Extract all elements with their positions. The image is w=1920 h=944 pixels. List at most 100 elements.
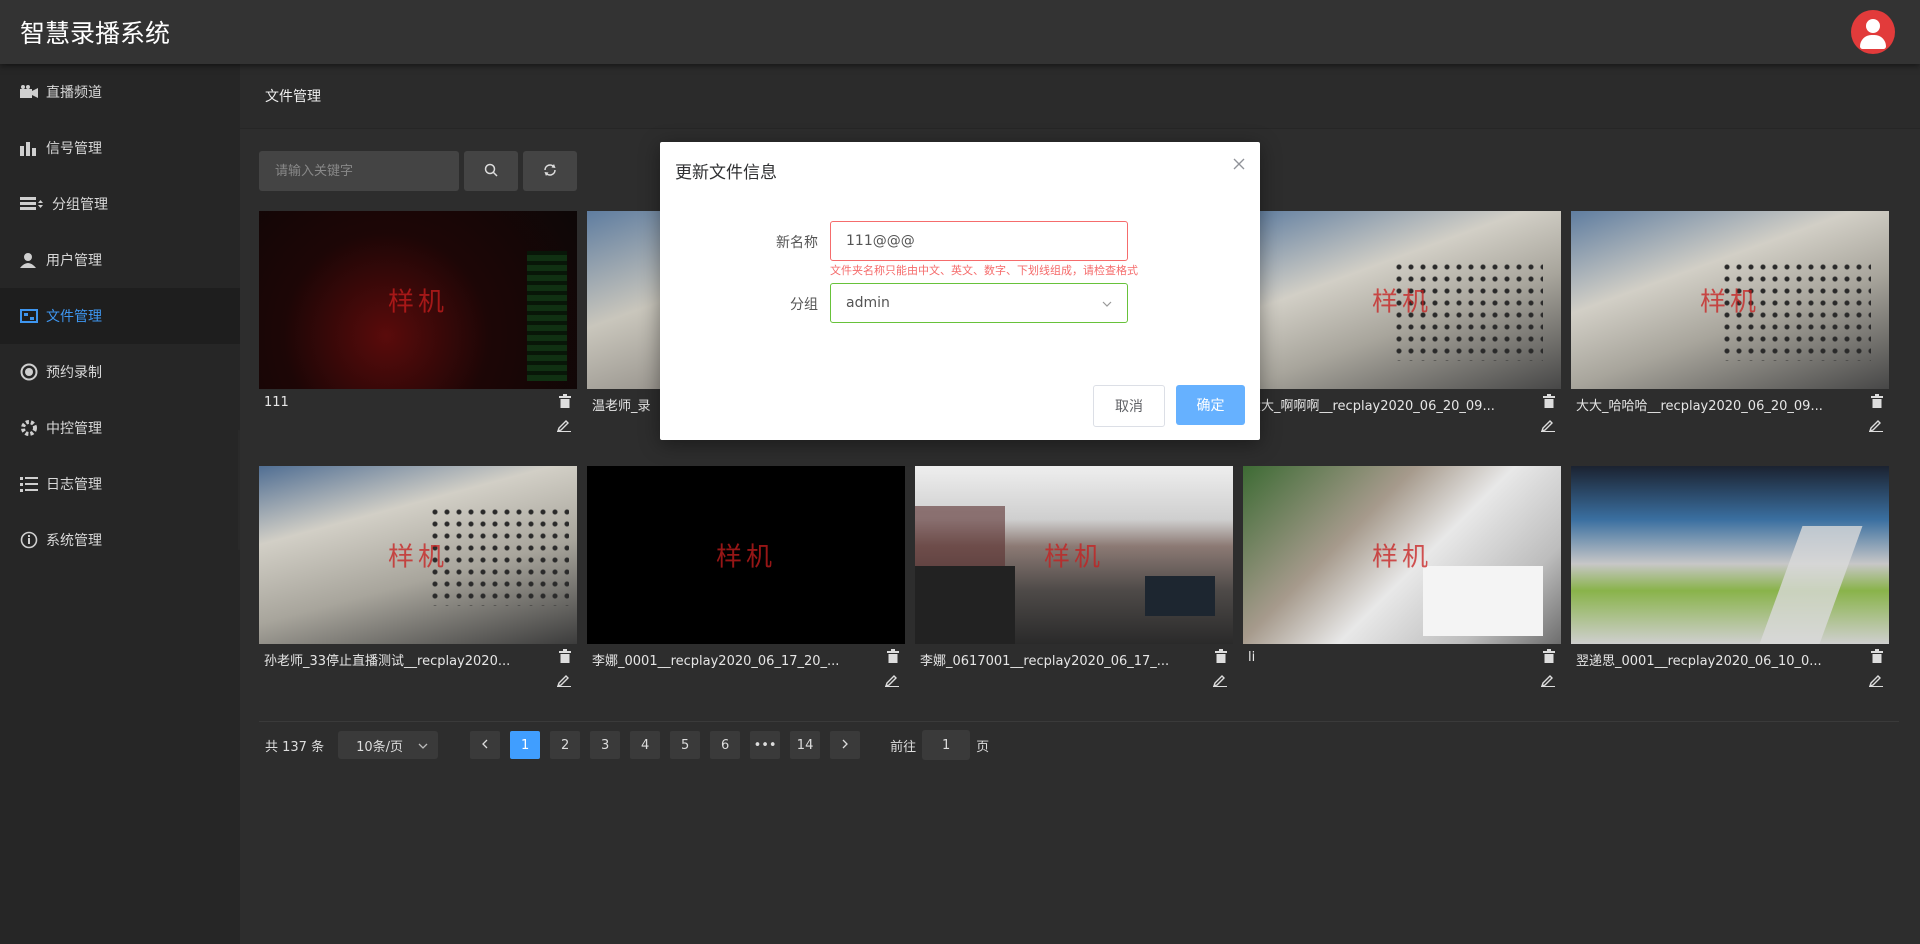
chevron-left-icon — [482, 738, 488, 753]
next-page-button[interactable] — [830, 731, 861, 759]
file-thumbnail[interactable]: 样机 — [259, 466, 577, 644]
file-thumbnail[interactable]: 样机 — [259, 211, 577, 389]
group-label: 分组 — [790, 297, 818, 313]
goto-page-input[interactable] — [922, 730, 971, 760]
file-thumbnail[interactable]: 样机 — [915, 466, 1233, 644]
edit-icon[interactable] — [1540, 417, 1555, 433]
file-title: 111 — [264, 395, 289, 410]
trash-icon[interactable] — [1543, 648, 1555, 663]
sidebar-item-label: 直播频道 — [46, 85, 102, 101]
sidebar-item-system[interactable]: 系统管理 — [0, 512, 240, 568]
thumbnail-watermark: 样机 — [1371, 287, 1433, 318]
user-avatar[interactable] — [1851, 10, 1895, 54]
file-card[interactable]: 样机 大大_哈哈哈__recplay2020_06_20_09... — [1571, 211, 1889, 451]
search-input[interactable] — [259, 151, 459, 191]
edit-icon[interactable] — [1868, 417, 1883, 433]
new-name-input[interactable] — [830, 221, 1128, 261]
thumbnail-watermark: 样机 — [387, 287, 449, 318]
file-thumbnail[interactable]: 样机 — [1243, 211, 1561, 389]
page-button-2[interactable]: 2 — [550, 731, 581, 759]
chevron-right-icon — [842, 738, 848, 753]
group-select-value: admin — [846, 295, 890, 311]
page-button-3[interactable]: 3 — [590, 731, 621, 759]
file-card[interactable]: 样机 大大_啊啊啊__recplay2020_06_20_09... — [1243, 211, 1561, 451]
file-title: 李娜_0617001__recplay2020_06_17_... — [920, 654, 1170, 669]
trash-icon[interactable] — [1871, 648, 1883, 663]
edit-icon[interactable] — [556, 417, 571, 433]
prev-page-button[interactable] — [470, 731, 501, 759]
sidebar-item-label: 预约录制 — [46, 365, 102, 381]
sidebar-item-files[interactable]: 文件管理 — [0, 288, 240, 344]
file-thumbnail[interactable]: 样机 — [1243, 466, 1561, 644]
confirm-button[interactable]: 确定 — [1176, 385, 1245, 425]
refresh-button[interactable] — [523, 151, 577, 191]
edit-icon[interactable] — [1868, 672, 1883, 688]
goto-suffix: 页 — [976, 739, 990, 755]
chevron-down-icon — [1102, 295, 1112, 311]
page-button-5[interactable]: 5 — [670, 731, 701, 759]
sidebar-item-schedule[interactable]: 预约录制 — [0, 344, 240, 400]
sidebar-item-label: 信号管理 — [46, 141, 102, 157]
sidebar-item-users[interactable]: 用户管理 — [0, 232, 240, 288]
trash-icon[interactable] — [1215, 648, 1227, 663]
sidebar-item-label: 用户管理 — [46, 253, 102, 269]
group-list-icon — [20, 196, 44, 212]
file-title: 孙老师_33停止直播测试__recplay2020... — [264, 654, 511, 669]
trash-icon[interactable] — [1543, 393, 1555, 408]
edit-icon[interactable] — [1540, 672, 1555, 688]
app-title: 智慧录播系统 — [20, 19, 171, 48]
film-icon — [20, 308, 38, 324]
name-error-message: 文件夹名称只能由中文、英文、数字、下划线组成，请检查格式 — [830, 264, 1138, 277]
close-icon[interactable] — [1232, 156, 1246, 170]
sidebar-item-live[interactable]: 直播频道 — [0, 64, 240, 120]
thumbnail-watermark: 样机 — [387, 542, 449, 573]
file-thumbnail[interactable]: 样机 — [587, 466, 905, 644]
update-file-dialog: 更新文件信息 新名称 文件夹名称只能由中文、英文、数字、下划线组成，请检查格式 … — [660, 142, 1260, 440]
page-size-select[interactable]: 10条/页 — [338, 731, 439, 759]
file-card[interactable]: 样机 li — [1243, 466, 1561, 706]
file-title: 大大_哈哈哈__recplay2020_06_20_09... — [1576, 399, 1823, 414]
thumbnail-watermark: 样机 — [1699, 287, 1761, 318]
thumbnail-watermark: 样机 — [1043, 542, 1105, 573]
pagination-total: 共 137 条 — [265, 739, 325, 755]
goto-prefix: 前往 — [890, 739, 917, 755]
cancel-button[interactable]: 取消 — [1093, 385, 1165, 427]
file-card[interactable]: 样机 孙老师_33停止直播测试__recplay2020... — [259, 466, 577, 706]
video-camera-icon — [20, 84, 38, 100]
edit-icon[interactable] — [1212, 672, 1227, 688]
file-card[interactable]: 样机 李娜_0617001__recplay2020_06_17_... — [915, 466, 1233, 706]
page-ellipsis-button[interactable]: ••• — [750, 731, 781, 759]
bar-chart-icon — [20, 140, 38, 156]
search-button[interactable] — [464, 151, 518, 191]
file-thumbnail[interactable] — [1571, 466, 1889, 644]
file-card[interactable]: 翌递思_0001__recplay2020_06_10_0... — [1571, 466, 1889, 706]
file-thumbnail[interactable]: 样机 — [1571, 211, 1889, 389]
group-select[interactable]: admin — [830, 283, 1128, 323]
sidebar-item-logs[interactable]: 日志管理 — [0, 456, 240, 512]
file-card[interactable]: 样机 111 — [259, 211, 577, 451]
pagination: 共 137 条 10条/页 1 2 3 4 5 6 ••• 14 前往 页 — [259, 721, 1899, 760]
sidebar-item-control[interactable]: 中控管理 — [0, 400, 240, 456]
dialog-title: 更新文件信息 — [675, 163, 777, 183]
sidebar-item-group[interactable]: 分组管理 — [0, 176, 240, 232]
trash-icon[interactable] — [887, 648, 899, 663]
top-header: 智慧录播系统 — [0, 0, 1920, 64]
page-button-6[interactable]: 6 — [710, 731, 741, 759]
file-title: 翌递思_0001__recplay2020_06_10_0... — [1576, 654, 1822, 669]
edit-icon[interactable] — [556, 672, 571, 688]
file-title: 李娜_0001__recplay2020_06_17_20_... — [592, 654, 840, 669]
edit-icon[interactable] — [884, 672, 899, 688]
trash-icon[interactable] — [559, 648, 571, 663]
list-icon — [20, 476, 38, 492]
thumbnail-watermark: 样机 — [715, 542, 777, 573]
file-card[interactable]: 样机 李娜_0001__recplay2020_06_17_20_... — [587, 466, 905, 706]
sidebar-item-label: 中控管理 — [46, 421, 102, 437]
page-button-1[interactable]: 1 — [510, 731, 541, 759]
sidebar: 直播频道 信号管理 分组管理 用户管理 文件管理 预约录制 中控管理 日志管理 … — [0, 64, 240, 944]
trash-icon[interactable] — [559, 393, 571, 408]
refresh-icon — [543, 162, 557, 181]
trash-icon[interactable] — [1871, 393, 1883, 408]
page-button-4[interactable]: 4 — [630, 731, 661, 759]
sidebar-item-signal[interactable]: 信号管理 — [0, 120, 240, 176]
page-button-14[interactable]: 14 — [790, 731, 821, 759]
